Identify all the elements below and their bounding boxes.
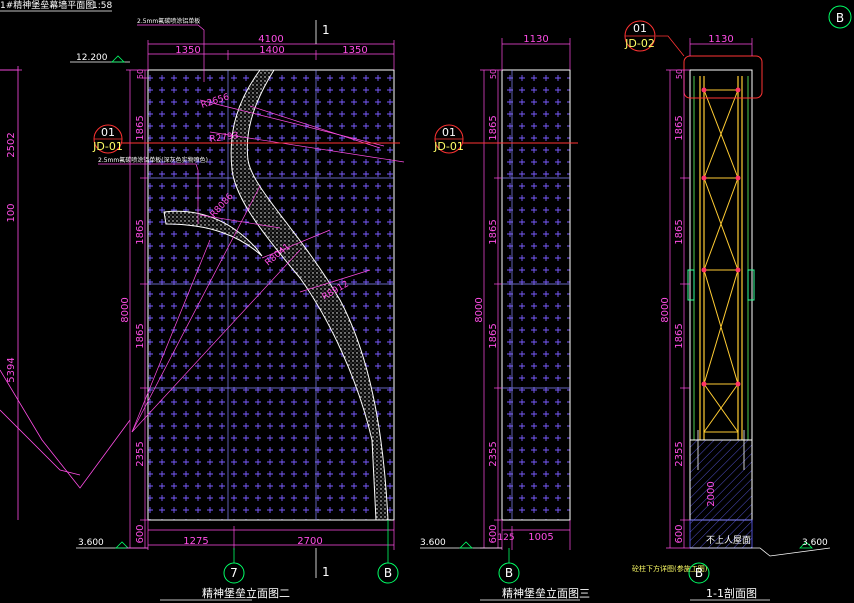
left-dim-1: 50 <box>136 69 145 79</box>
view3-left-dim-3: 1865 <box>488 219 499 244</box>
elevation-view-3: 1130 50 1865 1865 1865 2355 600 8000 125… <box>420 34 590 601</box>
detail-callout-box <box>683 55 763 99</box>
view0-dim-upper: 2502 <box>6 132 17 157</box>
left-dim-3: 1865 <box>135 219 146 244</box>
left-dim-2: 1865 <box>135 115 146 140</box>
drawing-header: 1#精神堡垒幕墙平面图 1:58 <box>0 0 112 12</box>
view3-bottom-dim-left: 125 <box>497 533 514 543</box>
drawing-title: 1#精神堡垒幕墙平面图 <box>0 0 94 11</box>
bottom-dim-left: 1275 <box>183 536 208 547</box>
view0-dim-mid: 100 <box>6 203 17 222</box>
view3-left-dim-4: 1865 <box>488 323 499 348</box>
note-band-material: 2.5mm氟碳喷涂铝单板(深灰色实物喷色) <box>98 156 208 164</box>
view3-tag-ref: JD-01 <box>433 140 464 153</box>
detail-tag-ref: JD-01 <box>92 140 123 153</box>
left-dim-6: 600 <box>135 524 146 543</box>
elevation-view-2: R2656 R2793 R8086 R8041 R8912 2.5mm氟碳喷涂铝… <box>70 17 405 601</box>
grid-label-b2: B <box>505 566 513 580</box>
base-dim: 2000 <box>706 481 717 506</box>
view-title-3: 精神堡垒立面图三 <box>502 586 590 600</box>
left-total-height: 8000 <box>120 297 131 322</box>
section-left-dim-5: 2355 <box>674 441 685 466</box>
callout-ref: JD-02 <box>624 37 655 50</box>
top-dim-left: 1350 <box>175 45 200 56</box>
total-width-dim: 4100 <box>258 34 283 45</box>
section-mark-bottom: 1 <box>322 565 330 579</box>
view3-tag-num: 01 <box>442 126 456 139</box>
section-mark-top: 1 <box>322 23 330 37</box>
view3-left-dim-1: 50 <box>489 69 498 79</box>
section-top-dim: 1130 <box>708 34 733 45</box>
view-title-2: 精神堡垒立面图二 <box>202 586 290 600</box>
view3-left-dim-5: 2355 <box>488 441 499 466</box>
grid-label-b3: B <box>695 566 703 580</box>
concrete-base <box>689 439 753 521</box>
section-left-dim-1: 50 <box>675 69 684 79</box>
section-left-dim-2: 1865 <box>674 115 685 140</box>
left-dim-4: 1865 <box>135 323 146 348</box>
top-dim-middle: 1400 <box>259 45 284 56</box>
panel-facade <box>147 69 395 521</box>
note-panel-material: 2.5mm氟碳喷涂铝单板 <box>137 17 200 25</box>
view0-dim-lower: 5394 <box>6 357 17 382</box>
section-left-dim-3: 1865 <box>674 219 685 244</box>
section-left-dim-4: 1865 <box>674 323 685 348</box>
drawing-scale: 1:58 <box>92 1 112 11</box>
view-title-section: 1-1剖面图 <box>706 586 757 600</box>
left-dim-5: 2355 <box>135 441 146 466</box>
view3-elevation-bottom: 3.600 <box>420 538 446 548</box>
grid-label-b-top: B <box>836 11 844 25</box>
view3-total-height: 8000 <box>474 297 485 322</box>
grid-label-7: 7 <box>230 566 238 580</box>
cad-drawing-canvas: 1#精神堡垒幕墙平面图 1:58 2502 100 5394 R2656 R27… <box>0 0 852 601</box>
view3-top-dim: 1130 <box>523 34 548 45</box>
grid-label-b1: B <box>384 566 392 580</box>
roof-note: 不上人屋面 <box>706 535 751 546</box>
detail-tag-num: 01 <box>101 126 115 139</box>
section-elevation-bottom: 3.600 <box>802 538 828 548</box>
view3-left-dim-2: 1865 <box>488 115 499 140</box>
view3-bottom-dim-right: 1005 <box>528 532 553 543</box>
section-total-height: 8000 <box>660 297 671 322</box>
elevation-top: 12.200 <box>76 53 108 63</box>
elevation-bottom: 3.600 <box>78 538 104 548</box>
callout-num: 01 <box>633 22 647 35</box>
section-view-1-1: 01 JD-02 1130 50 1865 1865 1865 2355 600… <box>624 5 852 601</box>
detail-callout-tag[interactable]: 01 JD-02 <box>624 20 656 52</box>
top-dim-right: 1350 <box>342 45 367 56</box>
section-left-dim-6: 600 <box>674 524 685 543</box>
bottom-dim-right: 2700 <box>297 536 322 547</box>
